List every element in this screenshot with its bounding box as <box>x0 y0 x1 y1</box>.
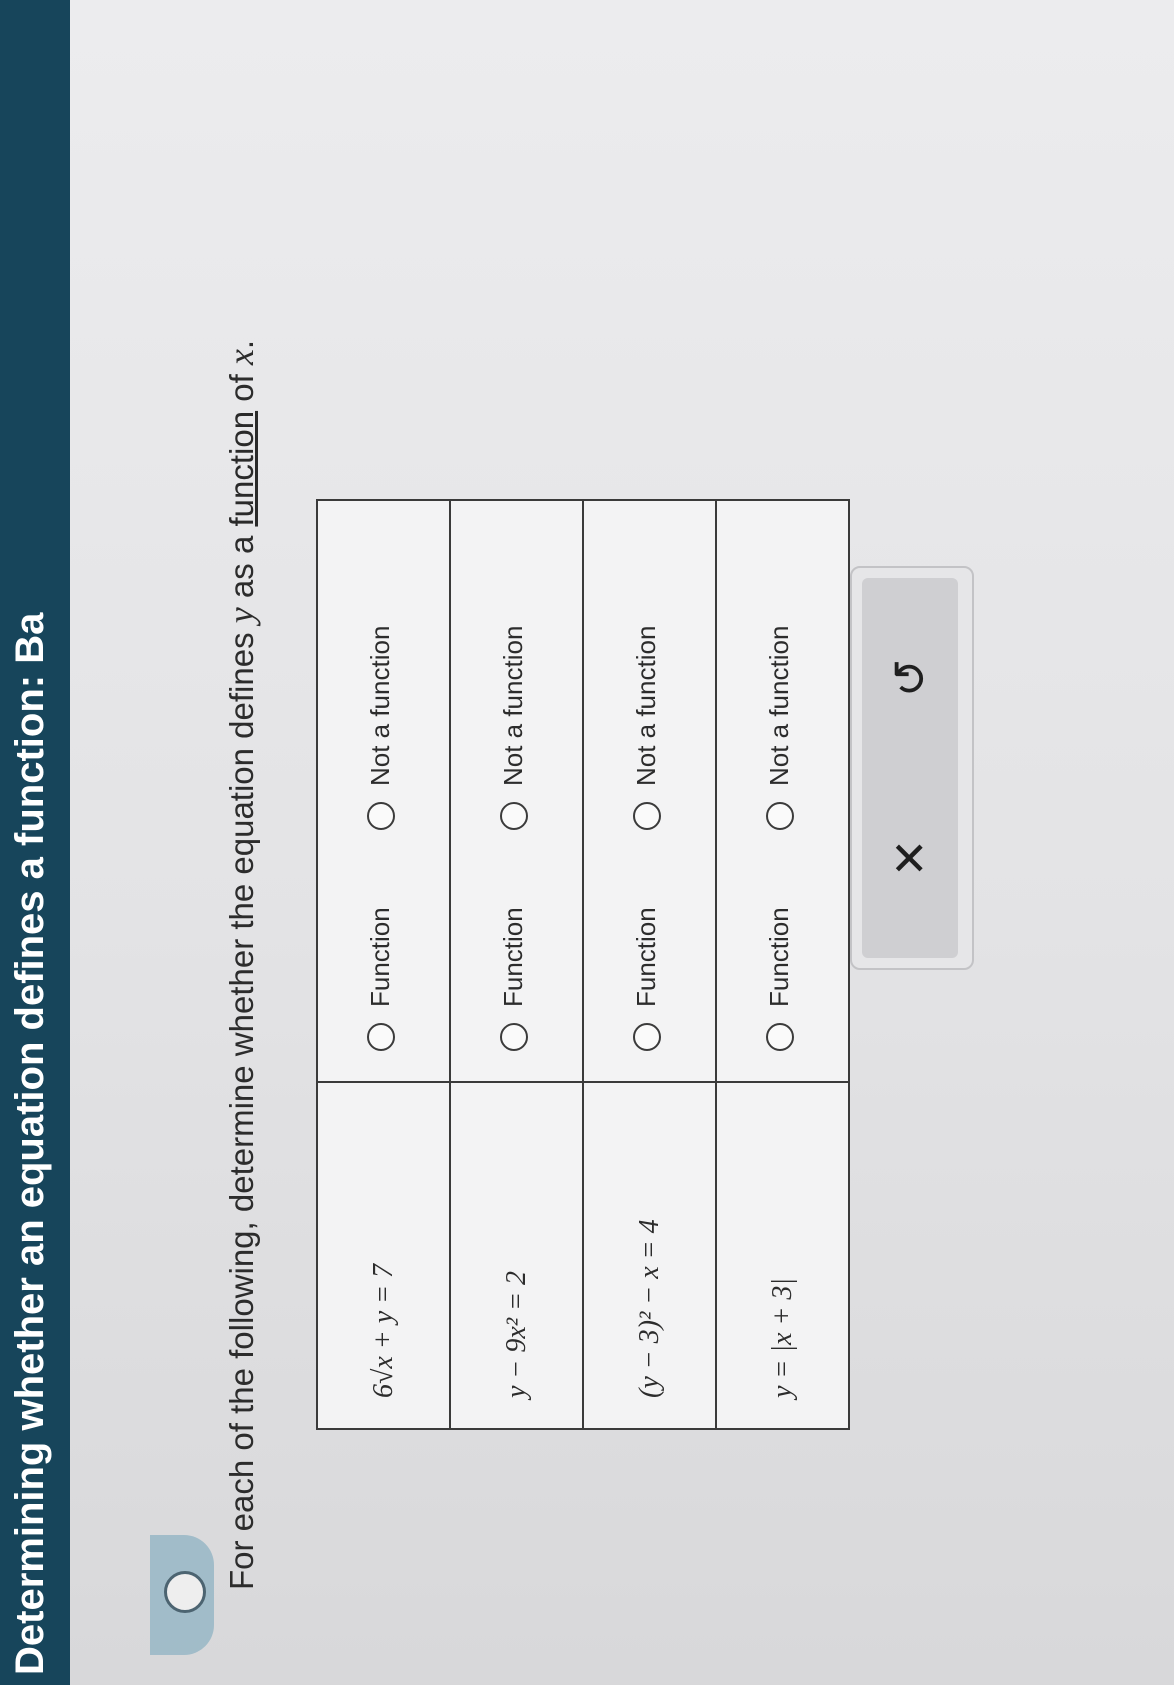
var-y: y <box>221 607 261 624</box>
option-function[interactable]: Function <box>498 907 529 1051</box>
option-label: Function <box>631 907 662 1007</box>
table-row: 6√x + y = 7 Function Not a function <box>317 500 450 1429</box>
table-row: (y − 3)² − x = 4 Function Not a function <box>583 500 716 1429</box>
equation-cell: y − 9x² = 2 <box>450 1082 583 1429</box>
prompt-text-2: as a <box>223 526 260 608</box>
prompt-text: For each of the following, determine whe… <box>223 623 260 1590</box>
options-cell: Function Not a function <box>317 500 450 1082</box>
title-bar: Determining whether an equation defines … <box>0 0 70 1685</box>
function-definition-link[interactable]: function <box>223 411 260 527</box>
prompt-text-3: of <box>223 365 260 411</box>
option-label: Function <box>764 907 795 1007</box>
equation-cell: (y − 3)² − x = 4 <box>583 1082 716 1429</box>
option-not-function[interactable]: Not a function <box>365 625 396 831</box>
helper-badge[interactable] <box>150 1535 214 1655</box>
option-not-function[interactable]: Not a function <box>764 625 795 831</box>
question-prompt: For each of the following, determine whe… <box>220 340 262 1590</box>
radio-button[interactable] <box>765 1023 794 1051</box>
prompt-period: . <box>223 339 260 350</box>
option-function[interactable]: Function <box>365 907 396 1051</box>
content-area: For each of the following, determine whe… <box>70 0 1174 1685</box>
option-label: Function <box>365 907 396 1007</box>
radio-button[interactable] <box>366 802 395 831</box>
undo-icon[interactable]: ↺ <box>882 648 938 708</box>
table-row: y = |x + 3| Function Not a function <box>716 500 849 1429</box>
option-label: Function <box>498 907 529 1007</box>
radio-button[interactable] <box>632 1023 661 1051</box>
options-cell: Function Not a function <box>716 500 849 1082</box>
page-title: Determining whether an equation defines … <box>8 612 52 1675</box>
equation-cell: y = |x + 3| <box>716 1082 849 1429</box>
option-function[interactable]: Function <box>631 907 662 1051</box>
option-label: Not a function <box>764 625 795 787</box>
var-x: x <box>221 349 261 366</box>
radio-button[interactable] <box>366 1023 395 1051</box>
options-cell: Function Not a function <box>583 500 716 1082</box>
close-icon[interactable]: ✕ <box>882 828 938 888</box>
option-not-function[interactable]: Not a function <box>631 625 662 831</box>
table-row: y − 9x² = 2 Function Not a function <box>450 500 583 1429</box>
options-cell: Function Not a function <box>450 500 583 1082</box>
radio-button[interactable] <box>765 802 794 831</box>
option-label: Not a function <box>631 625 662 787</box>
radio-button[interactable] <box>499 1023 528 1051</box>
action-toolbar: ✕ ↺ <box>862 578 958 958</box>
rotated-screen: Determining whether an equation defines … <box>0 0 1174 1685</box>
answer-actions: ✕ ↺ <box>850 566 974 970</box>
option-label: Not a function <box>365 625 396 787</box>
option-function[interactable]: Function <box>764 907 795 1051</box>
radio-button[interactable] <box>499 802 528 831</box>
equation-cell: 6√x + y = 7 <box>317 1082 450 1429</box>
option-label: Not a function <box>498 625 529 787</box>
hand-icon <box>164 1571 206 1613</box>
radio-button[interactable] <box>632 802 661 831</box>
equations-table: 6√x + y = 7 Function Not a function y − … <box>316 499 850 1430</box>
option-not-function[interactable]: Not a function <box>498 625 529 831</box>
